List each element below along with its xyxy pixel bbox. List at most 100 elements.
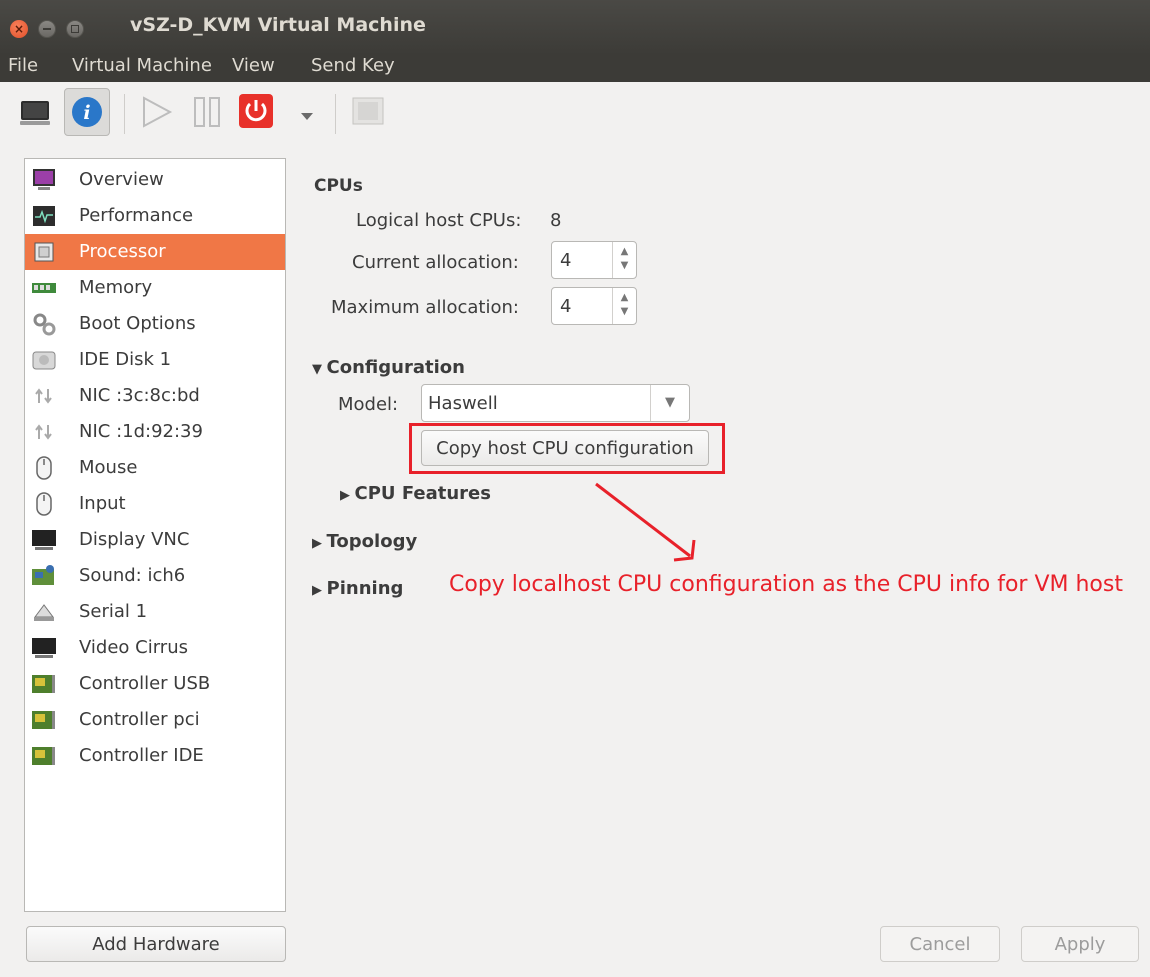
menu-view[interactable]: View	[232, 55, 275, 76]
highlight-box	[409, 423, 725, 474]
sidebar-item-controller-ide[interactable]: Controller IDE	[25, 738, 285, 774]
stepper-arrows-icon[interactable]: ▲ ▼	[612, 288, 636, 324]
cpus-heading: CPUs	[314, 176, 363, 196]
toolbar-separator	[124, 94, 125, 134]
gears-icon	[33, 313, 56, 336]
title-bar: × vSZ-D_KVM Virtual Machine	[0, 0, 1150, 55]
hardware-list: Overview Performance Processor Memory Bo…	[24, 158, 286, 912]
annotation-arrow-icon	[595, 482, 696, 562]
menu-file[interactable]: File	[8, 55, 38, 76]
sidebar-item-label: IDE Disk 1	[79, 349, 172, 370]
menu-send-key[interactable]: Send Key	[311, 55, 395, 76]
sidebar-item-label: Display VNC	[79, 529, 190, 550]
sidebar-item-boot-options[interactable]: Boot Options	[25, 306, 285, 342]
network-icon	[35, 388, 52, 404]
toolbar-separator	[335, 94, 336, 134]
sidebar-item-label: Boot Options	[79, 313, 196, 334]
sound-card-icon	[32, 565, 54, 585]
expanded-triangle-icon: ▼	[312, 362, 327, 377]
memory-icon	[32, 283, 56, 293]
model-label: Model:	[338, 394, 399, 415]
sidebar-item-label: Performance	[79, 205, 194, 226]
sidebar-item-label: Sound: ich6	[79, 565, 186, 586]
sidebar-item-performance[interactable]: Performance	[25, 198, 285, 234]
logical-host-cpus-label: Logical host CPUs:	[356, 210, 522, 231]
chevron-down-icon[interactable]: ▼	[650, 385, 689, 421]
sidebar-item-input[interactable]: Input	[25, 486, 285, 522]
sidebar-item-label: Serial 1	[79, 601, 148, 622]
sidebar-item-video-cirrus[interactable]: Video Cirrus	[25, 630, 285, 666]
sidebar-item-label: Processor	[79, 241, 166, 262]
current-allocation-label: Current allocation:	[352, 252, 519, 273]
sidebar-item-nic-2[interactable]: NIC :1d:92:39	[25, 414, 285, 450]
add-hardware-button[interactable]: Add Hardware	[26, 926, 286, 962]
sidebar-item-label: Video Cirrus	[79, 637, 188, 658]
collapsed-triangle-icon: ▶	[340, 488, 355, 503]
pause-icon[interactable]	[190, 92, 224, 132]
serial-icon	[34, 604, 54, 621]
cancel-button[interactable]: Cancel	[880, 926, 1000, 962]
chip-icon	[34, 242, 54, 262]
sidebar-item-label: Mouse	[79, 457, 138, 478]
sidebar-item-sound[interactable]: Sound: ich6	[25, 558, 285, 594]
maximum-allocation-stepper[interactable]: 4 ▲ ▼	[551, 287, 637, 325]
maximum-allocation-value: 4	[560, 296, 572, 317]
sidebar-item-label: Memory	[79, 277, 153, 298]
sidebar-item-display-vnc[interactable]: Display VNC	[25, 522, 285, 558]
current-allocation-value: 4	[560, 250, 572, 271]
performance-graph-icon	[33, 206, 55, 226]
cpu-features-expander[interactable]: ▶ CPU Features	[340, 483, 491, 504]
power-icon[interactable]	[238, 92, 274, 132]
display-icon	[32, 638, 56, 658]
monitor-purple-icon	[33, 169, 55, 190]
pinning-heading: Pinning	[326, 578, 404, 599]
controller-card-icon	[32, 711, 55, 729]
controller-card-icon	[32, 747, 55, 765]
current-allocation-stepper[interactable]: 4 ▲ ▼	[551, 241, 637, 279]
close-window-icon[interactable]: ×	[10, 20, 28, 38]
sidebar-item-label: Overview	[79, 169, 164, 190]
controller-card-icon	[32, 675, 55, 693]
fullscreen-icon[interactable]	[350, 92, 386, 132]
sidebar-item-mouse[interactable]: Mouse	[25, 450, 285, 486]
configuration-expander[interactable]: ▼ Configuration	[312, 357, 465, 378]
logical-host-cpus-value: 8	[550, 210, 562, 231]
stepper-arrows-icon[interactable]: ▲ ▼	[612, 242, 636, 278]
mouse-icon	[36, 492, 52, 516]
minimize-window-icon[interactable]	[38, 20, 56, 38]
network-icon	[35, 424, 52, 440]
sidebar-item-serial[interactable]: Serial 1	[25, 594, 285, 630]
collapsed-triangle-icon: ▶	[312, 536, 327, 551]
configuration-heading: Configuration	[326, 357, 465, 378]
sidebar-item-controller-pci[interactable]: Controller pci	[25, 702, 285, 738]
sidebar-item-nic-1[interactable]: NIC :3c:8c:bd	[25, 378, 285, 414]
maximize-window-icon[interactable]	[66, 20, 84, 38]
monitor-icon[interactable]	[18, 92, 52, 132]
cpu-model-combobox[interactable]: Haswell ▼	[421, 384, 690, 422]
sidebar-item-label: Input	[79, 493, 126, 514]
annotation-text: Copy localhost CPU configuration as the …	[449, 572, 1123, 597]
cpu-model-value: Haswell	[428, 393, 498, 414]
play-icon[interactable]	[138, 92, 174, 132]
sidebar-item-processor[interactable]: Processor	[25, 234, 285, 270]
collapsed-triangle-icon: ▶	[312, 583, 327, 598]
topology-expander[interactable]: ▶ Topology	[312, 531, 417, 552]
sidebar-item-label: NIC :1d:92:39	[79, 421, 203, 442]
disk-icon	[32, 351, 56, 370]
window-title: vSZ-D_KVM Virtual Machine	[130, 14, 426, 36]
maximum-allocation-label: Maximum allocation:	[331, 297, 519, 318]
dropdown-arrow-icon[interactable]	[298, 92, 316, 132]
sidebar-item-label: NIC :3c:8c:bd	[79, 385, 200, 406]
sidebar-item-label: Controller USB	[79, 673, 211, 694]
sidebar-item-label: Controller IDE	[79, 745, 204, 766]
cpu-features-heading: CPU Features	[354, 483, 491, 504]
sidebar-item-controller-usb[interactable]: Controller USB	[25, 666, 285, 702]
menu-virtual-machine[interactable]: Virtual Machine	[72, 55, 212, 76]
sidebar-item-ide-disk-1[interactable]: IDE Disk 1	[25, 342, 285, 378]
toolbar: i	[0, 82, 1150, 150]
pinning-expander[interactable]: ▶ Pinning	[312, 578, 403, 599]
apply-button[interactable]: Apply	[1021, 926, 1139, 962]
sidebar-item-memory[interactable]: Memory	[25, 270, 285, 306]
sidebar-item-overview[interactable]: Overview	[25, 162, 285, 198]
info-icon[interactable]: i	[64, 88, 110, 136]
